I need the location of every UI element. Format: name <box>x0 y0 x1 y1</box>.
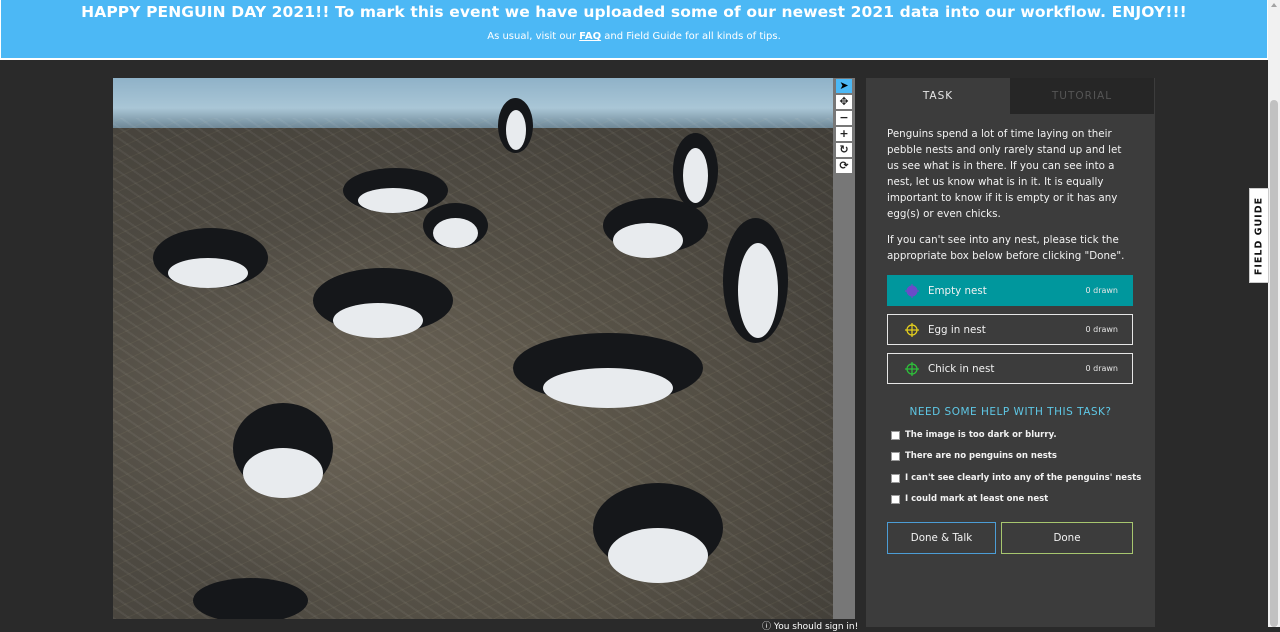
help-title: NEED SOME HELP WITH THIS TASK? <box>909 406 1112 418</box>
scrollbar-thumb[interactable] <box>1270 100 1278 627</box>
field-guide-tab[interactable]: FIELD GUIDE <box>1249 188 1269 283</box>
task-instructions: Penguins spend a lot of time laying on t… <box>887 126 1135 264</box>
penguin-shape <box>193 578 313 619</box>
checkbox-label: I can't see clearly into any of the peng… <box>905 473 1142 483</box>
instruction-paragraph-1: Penguins spend a lot of time laying on t… <box>887 128 1122 220</box>
chick-in-nest-count: 0 drawn <box>1085 364 1118 373</box>
subject-image[interactable] <box>113 78 833 619</box>
field-guide-label: FIELD GUIDE <box>1253 196 1265 275</box>
info-icon: ⓘ <box>762 622 772 632</box>
reset-view-icon[interactable]: ⟳ <box>836 159 852 173</box>
egg-in-nest-marker-icon <box>905 322 919 337</box>
banner-sub-before: As usual, visit our <box>487 31 580 42</box>
checkbox-box[interactable] <box>891 473 900 483</box>
move-tool-icon[interactable]: ✥ <box>836 95 852 109</box>
checkbox-box[interactable] <box>891 451 900 461</box>
checkbox-no-penguins[interactable]: There are no penguins on nests <box>891 451 1057 461</box>
checkbox-cant-see[interactable]: I can't see clearly into any of the peng… <box>891 473 1141 483</box>
penguin-shape <box>723 218 793 348</box>
scroll-up-arrow-icon[interactable] <box>1271 3 1277 7</box>
penguin-shape <box>153 228 273 298</box>
banner-sub-after: and Field Guide for all kinds of tips. <box>601 31 781 42</box>
chick-in-nest-tool[interactable]: Chick in nest 0 drawn <box>887 353 1133 384</box>
empty-nest-count: 0 drawn <box>1085 286 1118 295</box>
empty-nest-tool[interactable]: Empty nest 0 drawn <box>887 275 1133 306</box>
banner-subtext: As usual, visit our FAQ and Field Guide … <box>1 31 1267 42</box>
penguin-shape <box>513 333 713 413</box>
checkbox-box[interactable] <box>891 430 900 440</box>
zoom-in-icon[interactable]: + <box>836 127 852 141</box>
signin-notice-text: You should sign in! <box>773 622 859 632</box>
page-scrollbar[interactable] <box>1268 0 1280 627</box>
penguin-shape <box>233 403 343 503</box>
checkbox-too-dark[interactable]: The image is too dark or blurry. <box>891 430 1057 440</box>
penguin-shape <box>423 203 493 253</box>
penguin-shape <box>313 268 453 348</box>
rotate-icon[interactable]: ↻ <box>836 143 852 157</box>
zoom-out-icon[interactable]: − <box>836 111 852 125</box>
viewer-toolbar: ➤ ✥ − + ↻ ⟳ <box>835 78 853 175</box>
faq-link[interactable]: FAQ <box>579 31 601 42</box>
banner-headline: HAPPY PENGUIN DAY 2021!! To mark this ev… <box>81 3 1187 21</box>
task-tabs: TASK TUTORIAL <box>866 78 1155 114</box>
egg-in-nest-tool[interactable]: Egg in nest 0 drawn <box>887 314 1133 345</box>
penguin-shape <box>593 483 733 593</box>
checkbox-marked-nest[interactable]: I could mark at least one nest <box>891 494 1048 504</box>
signin-notice[interactable]: ⓘ You should sign in! <box>762 619 858 632</box>
task-panel: TASK TUTORIAL Penguins spend a lot of ti… <box>866 78 1155 627</box>
done-and-talk-button[interactable]: Done & Talk <box>887 522 996 554</box>
checkbox-label: The image is too dark or blurry. <box>905 430 1057 440</box>
chick-in-nest-label: Chick in nest <box>928 362 995 375</box>
done-button[interactable]: Done <box>1001 522 1133 554</box>
subject-viewer: ➤ ✥ − + ↻ ⟳ <box>113 78 855 619</box>
egg-in-nest-label: Egg in nest <box>928 323 986 336</box>
egg-in-nest-count: 0 drawn <box>1085 325 1118 334</box>
chick-in-nest-marker-icon <box>905 361 919 376</box>
announcement-banner: HAPPY PENGUIN DAY 2021!! To mark this ev… <box>0 0 1268 60</box>
instruction-paragraph-2: If you can't see into any nest, please t… <box>887 234 1125 262</box>
penguin-shape <box>673 133 723 213</box>
empty-nest-label: Empty nest <box>928 284 987 297</box>
checkbox-box[interactable] <box>891 494 900 504</box>
empty-nest-marker-icon <box>905 283 919 298</box>
penguin-shape <box>498 98 538 158</box>
pointer-tool-icon[interactable]: ➤ <box>836 79 852 93</box>
checkbox-label: I could mark at least one nest <box>905 494 1049 504</box>
tab-task[interactable]: TASK <box>866 78 1010 114</box>
checkbox-label: There are no penguins on nests <box>905 451 1057 461</box>
tab-tutorial[interactable]: TUTORIAL <box>1010 78 1154 114</box>
